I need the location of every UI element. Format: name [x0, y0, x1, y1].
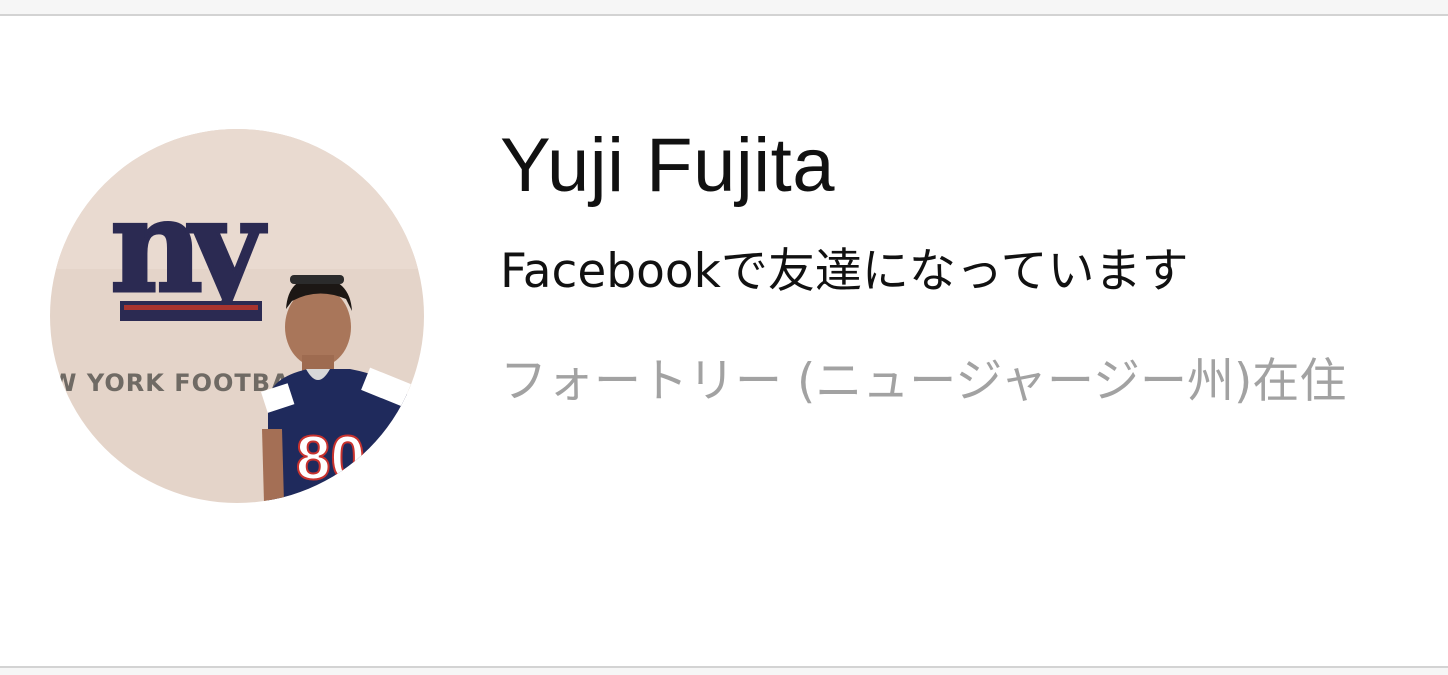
jersey-number-text: 80 — [296, 424, 365, 493]
profile-avatar[interactable]: ny W YORK FOOTBALL 80 — [50, 129, 424, 503]
friend-profile-card[interactable]: ny W YORK FOOTBALL 80 Yuji Fujita Facebo… — [0, 14, 1448, 668]
profile-info: Yuji Fujita Facebookで友達になっています フォートリー (ニ… — [500, 116, 1420, 438]
profile-location: フォートリー (ニュージャージー州)在住 — [500, 354, 1347, 409]
wall-logo-text: ny — [110, 172, 267, 322]
avatar-photo: ny W YORK FOOTBALL 80 — [50, 129, 424, 503]
friend-status: Facebookで友達になっています — [500, 244, 1189, 299]
profile-name[interactable]: Yuji Fujita — [500, 116, 1420, 216]
